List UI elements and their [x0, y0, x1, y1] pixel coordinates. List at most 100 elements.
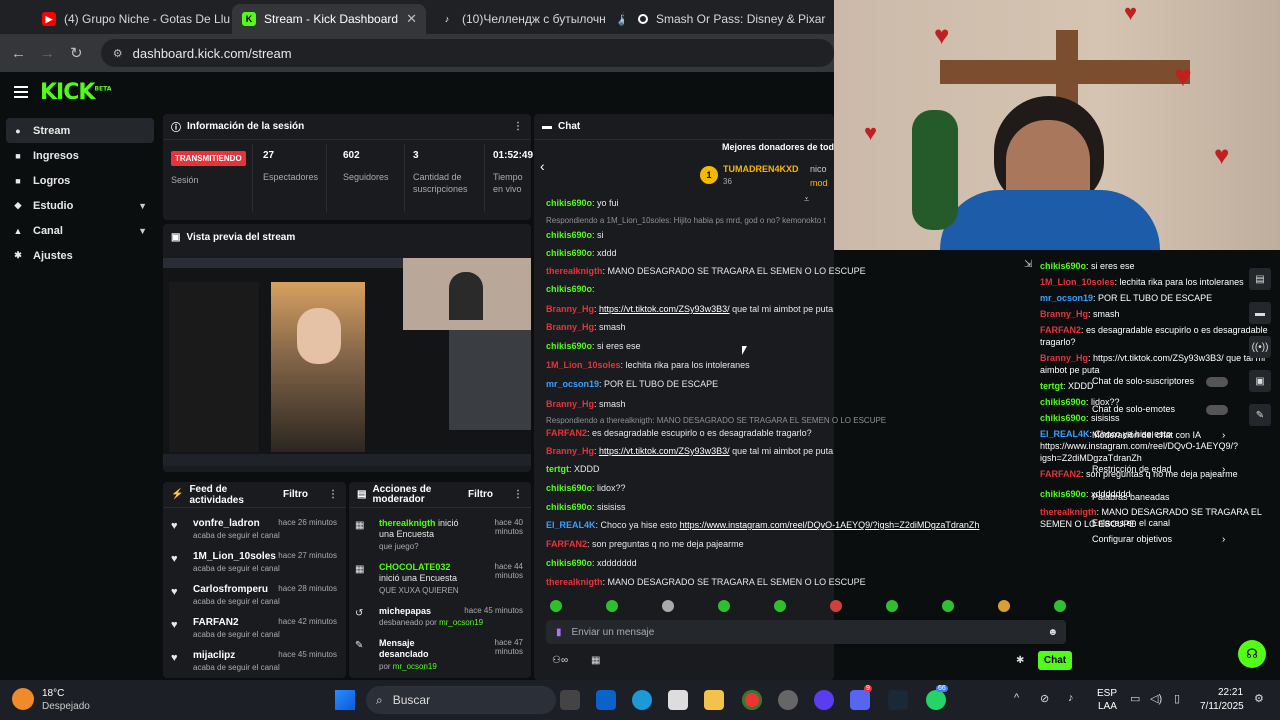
chat-message[interactable]: chikis690o: — [546, 284, 595, 294]
sidebar-item-ajustes[interactable]: ✱ Ajustes — [6, 243, 154, 268]
emote-icon[interactable] — [942, 600, 954, 612]
settings-menu-item[interactable]: Restricción de edad — [1092, 464, 1172, 474]
chat-username[interactable]: Branny_Hg — [546, 399, 594, 409]
browser-tab-tiktok[interactable]: ♪ (10)Челлендж с бутылочн 🔊 ✕ — [430, 4, 624, 34]
chat-username[interactable]: chikis690o — [546, 502, 592, 512]
clock-time[interactable]: 22:21 — [1218, 687, 1243, 698]
settings-menu-item[interactable]: Moderación del chat con IA — [1092, 430, 1201, 440]
chrome-icon[interactable] — [742, 690, 762, 710]
chat-message[interactable]: FARFAN2: es desagradable escupirlo o es … — [546, 428, 812, 438]
reload-icon[interactable]: ↻ — [62, 44, 91, 62]
chat-message[interactable]: chikis690o: si — [546, 230, 604, 240]
chat-username[interactable]: chikis690o — [546, 284, 592, 294]
chat-message[interactable]: chikis690o: sisisiss — [546, 502, 626, 512]
chat-username[interactable]: mr_ocson19 — [546, 379, 599, 389]
mod-item[interactable]: ↺ michepapas desbaneado por mr_ocson19 h… — [355, 606, 523, 627]
settings-menu-item[interactable]: Enlaces en el canal — [1092, 518, 1170, 528]
chat-message[interactable]: Branny_Hg: smash — [546, 399, 626, 409]
users-icon[interactable]: ⚇∞ — [552, 655, 568, 666]
battery-icon[interactable]: ▯ — [1174, 692, 1180, 705]
emote-icon[interactable] — [998, 600, 1010, 612]
chat-message[interactable]: therealknigth: MANO DESAGRADO SE TRAGARA… — [546, 266, 866, 276]
chat-username[interactable]: FARFAN2 — [546, 428, 587, 438]
chat-username[interactable]: chikis690o — [546, 198, 592, 208]
settings-menu-item[interactable]: Chat de solo-suscriptores — [1092, 376, 1194, 386]
browser-tab-youtube[interactable]: ▶ (4) Grupo Niche - Gotas De Llu ✕ — [32, 4, 230, 34]
windows-start-icon[interactable] — [335, 690, 355, 710]
toggle-switch[interactable] — [1206, 405, 1228, 415]
chat-username[interactable]: El_REAL4K — [546, 520, 596, 530]
chat-username[interactable]: chikis690o — [546, 483, 592, 493]
url-field[interactable]: ⚙ dashboard.kick.com/stream — [100, 39, 834, 67]
emote-icon[interactable] — [718, 600, 730, 612]
chat-message[interactable]: tertgt: XDDD — [546, 464, 600, 474]
forward-icon[interactable]: → — [33, 45, 62, 62]
app-icon[interactable] — [814, 690, 834, 710]
toggle-switch[interactable] — [1206, 377, 1228, 387]
sidebar-item-stream[interactable]: ● Stream — [6, 118, 154, 143]
steam-icon[interactable] — [888, 690, 908, 710]
chat-username[interactable]: chikis690o — [546, 341, 592, 351]
chat-link[interactable]: https://www.instagram.com/reel/DQvO-1AEY… — [680, 520, 980, 530]
emoji-icon[interactable]: ☻ — [1047, 627, 1058, 638]
obs-icon[interactable] — [778, 690, 798, 710]
chat-message[interactable]: chikis690o: xddddddd — [546, 558, 637, 568]
discord-icon[interactable] — [850, 690, 870, 710]
chat-message[interactable]: Branny_Hg: https://vt.tiktok.com/ZSy93w3… — [546, 304, 833, 314]
more-icon[interactable]: ⋮ — [513, 489, 523, 500]
chat-message[interactable]: Branny_Hg: smash — [546, 322, 626, 332]
send-chat-button[interactable]: Chat — [1038, 651, 1072, 670]
mod-item[interactable]: ▦ therealknigth inició una Encuesta que … — [355, 518, 523, 551]
chat-username[interactable]: chikis690o — [546, 230, 592, 240]
list-icon[interactable]: ▤ — [1249, 268, 1271, 290]
back-icon[interactable]: ← — [4, 45, 33, 62]
browser-tab-smash[interactable]: Smash Or Pass: Disney & Pixar — [628, 4, 834, 34]
chat-message[interactable]: El_REAL4K: Choco ya hise esto https://ww… — [546, 520, 979, 530]
browser-tab-kick[interactable]: K Stream - Kick Dashboard ✕ — [232, 4, 426, 34]
speaker-icon[interactable]: 🔊 — [618, 11, 624, 27]
mail-icon[interactable] — [596, 690, 616, 710]
support-headset-icon[interactable]: ☊ — [1238, 640, 1266, 668]
chat-message[interactable]: chikis690o: yo fui — [546, 198, 619, 208]
chat-message[interactable]: chikis690o: si eres ese — [546, 341, 641, 351]
chat-input[interactable]: ▮ Enviar un mensaje ☻ — [546, 620, 1066, 644]
chat-username[interactable]: chikis690o — [546, 558, 592, 568]
chat-link[interactable]: https://vt.tiktok.com/ZSy93w3B3/ — [599, 446, 730, 456]
mic-icon[interactable]: ▮ — [556, 627, 562, 638]
mic-tray-icon[interactable]: ♪ — [1068, 692, 1074, 704]
network-icon[interactable]: ▭ — [1130, 692, 1140, 705]
keyboard-layout[interactable]: LAA — [1098, 701, 1117, 712]
chevron-up-icon[interactable]: ^ — [1014, 692, 1019, 704]
menu-icon[interactable] — [14, 86, 28, 98]
chat-message[interactable]: chikis690o: lidox?? — [546, 483, 626, 493]
settings-menu-item[interactable]: Configurar objetivos — [1092, 534, 1172, 544]
emote-icon[interactable] — [1054, 600, 1066, 612]
calendar-icon[interactable]: ▦ — [591, 655, 600, 666]
filter-button[interactable]: Filtro — [283, 489, 308, 500]
mod-item[interactable]: ▦ CHOCOLATE032 inició una Encuesta QUE X… — [355, 562, 523, 595]
gear-icon[interactable]: ✱ — [1016, 655, 1024, 666]
volume-icon[interactable]: ◁) — [1150, 692, 1162, 705]
chat-message[interactable]: FARFAN2: son preguntas q no me deja paje… — [546, 539, 744, 549]
chat-username[interactable]: Branny_Hg — [546, 446, 594, 456]
sidebar-item-canal[interactable]: ▲ Canal ▼ — [6, 218, 154, 243]
chat-bubble-icon[interactable]: ▬ — [1249, 302, 1271, 324]
sidebar-item-logros[interactable]: ■ Logros — [6, 168, 154, 193]
chat-message[interactable]: 1M_Lion_10soles: lechita rika para los i… — [546, 360, 750, 370]
tray-icon[interactable]: ⊘ — [1040, 692, 1049, 705]
chevron-left-icon[interactable]: ‹ — [540, 158, 545, 174]
clock-date[interactable]: 7/11/2025 — [1200, 701, 1244, 712]
chat-username[interactable]: FARFAN2 — [546, 539, 587, 549]
broadcast-icon[interactable]: ((•)) — [1249, 336, 1271, 358]
wrench-icon[interactable]: ✎ — [1249, 404, 1271, 426]
whatsapp-icon[interactable] — [926, 690, 946, 710]
kick-logo[interactable]: KICKBETA — [40, 80, 111, 105]
language[interactable]: ESP — [1097, 688, 1117, 699]
chat-username[interactable]: 1M_Lion_10soles — [546, 360, 621, 370]
chat-username[interactable]: tertgt — [546, 464, 569, 474]
task-view-icon[interactable] — [560, 690, 580, 710]
feed-item[interactable]: ♥ mijaclipz acaba de seguir el canal hac… — [171, 650, 337, 672]
notification-icon[interactable]: ⚙ — [1254, 692, 1264, 705]
store-icon[interactable] — [668, 690, 688, 710]
chat-link[interactable]: https://vt.tiktok.com/ZSy93w3B3/ — [599, 304, 730, 314]
